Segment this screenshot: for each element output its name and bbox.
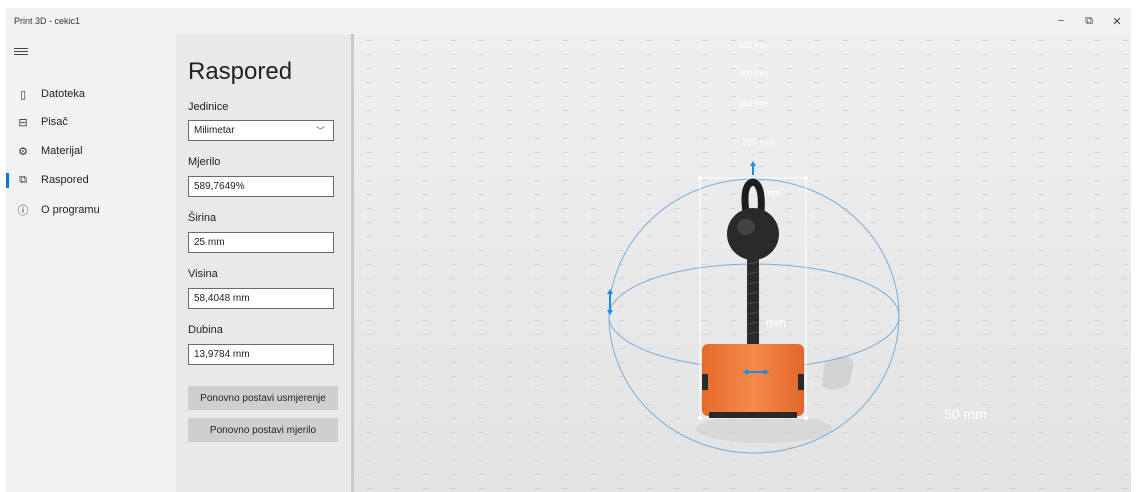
printer-icon: ⊟ [18,116,28,129]
3d-viewport[interactable]: 400 mm 300 mm 250 mm 200 mm 0 mm mm mm 5… [354,34,1131,492]
close-button[interactable]: ✕ [1103,8,1131,34]
nav-item-label: Datoteka [41,88,86,100]
ruler-label: 300 mm [739,69,768,78]
height-label: Visina [188,268,218,280]
units-label: Jedinice [188,101,229,113]
app-window: Print 3D - cekic1 − ⧉ ✕ ▯ Datoteka ⊟ Pis… [6,8,1131,492]
depth-input[interactable]: 13,9784 mm [188,344,334,365]
width-input[interactable]: 25 mm [188,232,334,253]
reset-scale-button[interactable]: Ponovno postavi mjerilo [188,418,338,442]
window-controls: − ⧉ ✕ [1047,8,1131,34]
palette-icon: ⚙ [18,145,28,158]
nav-item-pisac[interactable]: ⊟ Pisač [6,109,176,135]
nav-item-datoteka[interactable]: ▯ Datoteka [6,81,176,107]
layout-icon: ⧉ [19,173,27,186]
scale-label: Mjerilo [188,156,221,168]
ruler-label: 400 mm [739,41,768,50]
reset-orientation-button[interactable]: Ponovno postavi usmjerenje [188,386,338,410]
units-value: Milimetar [194,125,235,136]
ruler-label: mm [766,316,786,330]
ruler-label: 200 mm [742,137,775,147]
nav-item-label: Materijal [41,145,83,157]
panel-title: Raspored [188,58,293,85]
scale-handle[interactable] [804,176,808,180]
scale-handle[interactable] [804,416,808,420]
scale-input[interactable]: 589,7649% [188,176,334,197]
scene-canvas: 400 mm 300 mm 250 mm 200 mm 0 mm mm mm 5… [354,34,1131,492]
floor-dimension-label: 50 mm [944,406,987,422]
hamburger-menu-icon[interactable] [14,46,28,57]
scale-handle[interactable] [698,416,702,420]
nav-item-o-programu[interactable]: ⓘ O programu [6,197,176,223]
left-navigation: ▯ Datoteka ⊟ Pisač ⚙ Materijal ⧉ Raspore… [6,34,176,492]
scale-handle[interactable] [698,176,702,180]
nav-item-materijal[interactable]: ⚙ Materijal [6,138,176,164]
units-select[interactable]: Milimetar ﹀ [188,120,334,141]
layout-panel: Raspored Jedinice Milimetar ﹀ Mjerilo 58… [176,34,354,492]
nav-item-label: Raspored [41,174,89,186]
nav-item-raspored[interactable]: ⧉ Raspored [6,167,176,193]
minimize-button[interactable]: − [1047,8,1075,34]
depth-label: Dubina [188,324,223,336]
restore-button[interactable]: ⧉ [1075,8,1103,34]
file-icon: ▯ [19,88,27,101]
height-input[interactable]: 58,4048 mm [188,288,334,309]
chevron-down-icon: ﹀ [315,126,325,136]
nav-item-label: Pisač [41,116,68,128]
window-title: Print 3D - cekic1 [14,16,81,26]
nav-item-label: O programu [41,204,100,216]
model-shadow [696,415,832,443]
width-label: Širina [188,212,217,224]
info-icon: ⓘ [17,205,29,217]
ruler-label: 250 mm [739,99,768,108]
title-bar: Print 3D - cekic1 − ⧉ ✕ [6,8,1131,34]
